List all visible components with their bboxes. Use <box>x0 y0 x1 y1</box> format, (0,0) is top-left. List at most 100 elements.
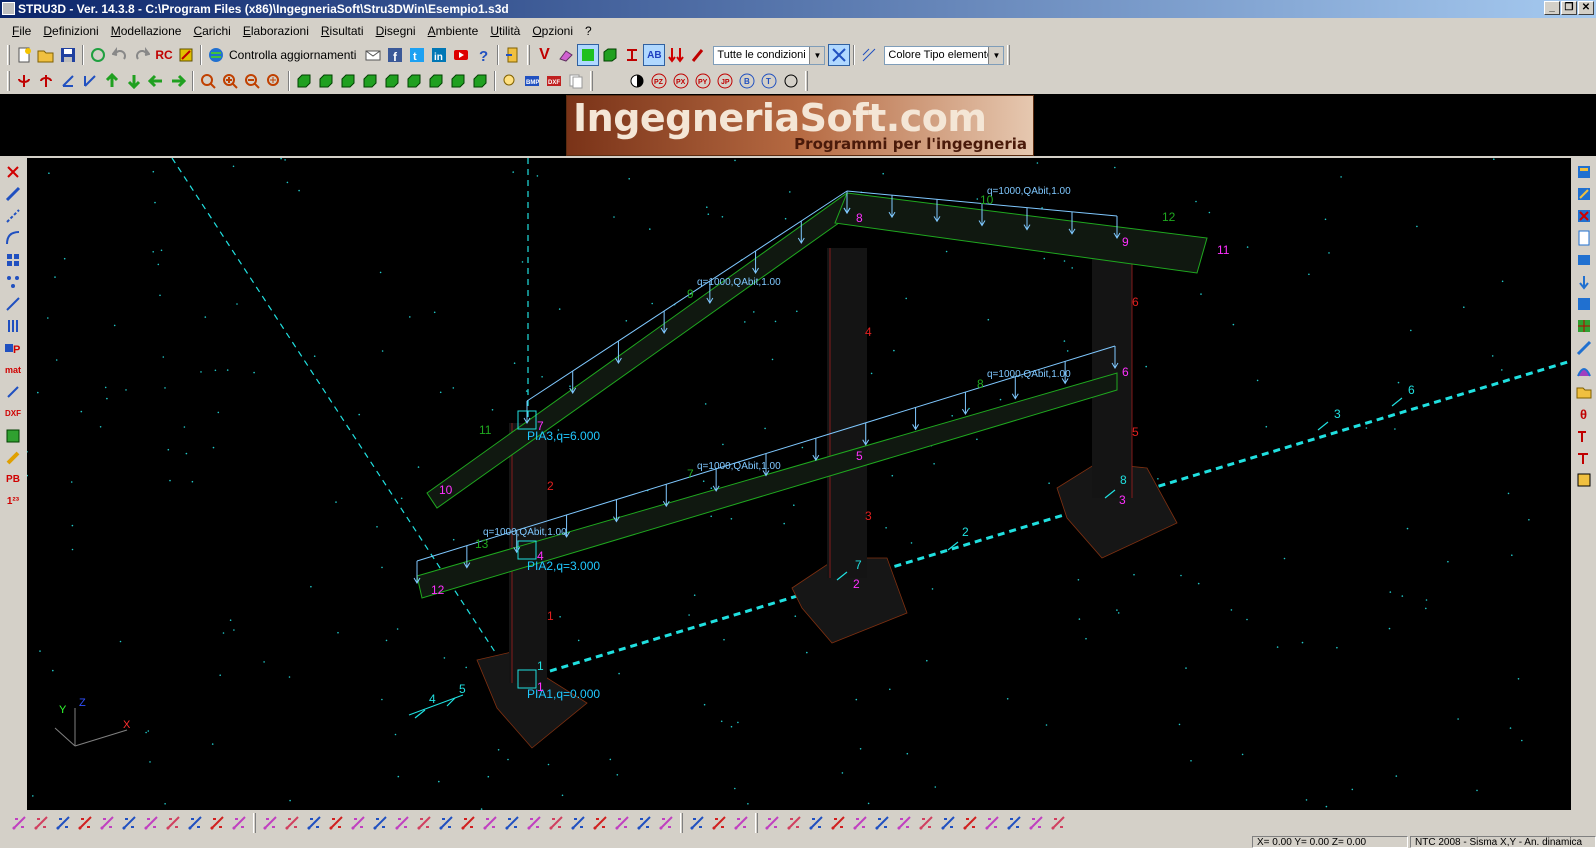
node-tool-icon[interactable] <box>761 812 783 834</box>
material-icon[interactable]: mat <box>2 359 24 380</box>
toolbar-grip[interactable] <box>590 71 593 91</box>
linkedin-icon[interactable]: in <box>428 44 450 66</box>
export-bmp-icon[interactable]: BMP <box>521 70 543 92</box>
view-3d-4-icon[interactable] <box>359 70 381 92</box>
plinth-icon[interactable]: P <box>2 337 24 358</box>
arrow-up-icon[interactable] <box>101 70 123 92</box>
zoom-out-icon[interactable] <box>241 70 263 92</box>
view-3d-2-icon[interactable] <box>315 70 337 92</box>
combine-icon[interactable] <box>828 44 851 66</box>
chevron-down-icon[interactable]: ▼ <box>809 46 825 64</box>
delete-icon[interactable] <box>708 812 730 834</box>
toolbar-grip[interactable] <box>755 813 758 833</box>
circle-icon[interactable] <box>780 70 802 92</box>
view-v-button[interactable]: V <box>533 44 555 66</box>
report-icon[interactable] <box>1573 227 1595 248</box>
redo-icon[interactable] <box>131 44 153 66</box>
rc-button[interactable]: RC <box>153 44 175 66</box>
globe-icon[interactable] <box>205 44 227 66</box>
toolbar-grip[interactable] <box>253 813 256 833</box>
menu-definizioni[interactable]: Definizioni <box>37 21 104 41</box>
grid-icon[interactable] <box>2 249 24 270</box>
help-icon[interactable]: ? <box>472 44 494 66</box>
load-icon[interactable] <box>1573 293 1595 314</box>
rotate-icon[interactable] <box>118 812 140 834</box>
copy-icon[interactable] <box>589 812 611 834</box>
drawing-canvas[interactable]: PIA3,q=6.000 PIA2,q=3.000 PIA1,q=0.000 q… <box>26 157 1572 810</box>
pz-icon[interactable]: PZ <box>648 70 670 92</box>
youtube-icon[interactable] <box>450 44 472 66</box>
preview-icon[interactable] <box>499 70 521 92</box>
facebook-icon[interactable]: f <box>384 44 406 66</box>
rotate-icon[interactable] <box>369 812 391 834</box>
twitter-icon[interactable]: t <box>406 44 428 66</box>
zoom-window-icon[interactable] <box>197 70 219 92</box>
theta-icon[interactable]: θ <box>1573 403 1595 424</box>
mirror-icon[interactable] <box>96 812 118 834</box>
py-icon[interactable]: PY <box>692 70 714 92</box>
menu-carichi[interactable]: Carichi <box>187 21 236 41</box>
save-icon[interactable] <box>57 44 79 66</box>
numbering-button[interactable]: 1²³ <box>2 491 24 512</box>
b-icon[interactable]: B <box>736 70 758 92</box>
axes-view-2-icon[interactable] <box>79 70 101 92</box>
diagram-icon[interactable] <box>1573 337 1595 358</box>
menu-ambiente[interactable]: Ambiente <box>422 21 485 41</box>
delete-node-icon[interactable] <box>1047 812 1069 834</box>
px-icon[interactable]: PX <box>670 70 692 92</box>
toolbar-grip[interactable] <box>7 71 10 91</box>
stress-icon[interactable] <box>1573 425 1595 446</box>
split-icon[interactable] <box>479 812 501 834</box>
dxf-import-button[interactable]: DXF <box>2 403 24 424</box>
split-icon[interactable] <box>981 812 1003 834</box>
copy-icon[interactable] <box>565 70 587 92</box>
folder-icon[interactable] <box>1573 381 1595 402</box>
eraser-icon[interactable] <box>555 44 577 66</box>
close-button[interactable]: ✕ <box>1578 1 1594 15</box>
view-3d-9-icon[interactable] <box>469 70 491 92</box>
arc-icon[interactable] <box>435 812 457 834</box>
new-file-icon[interactable] <box>13 44 35 66</box>
view-3d-3-icon[interactable] <box>337 70 359 92</box>
columns-icon[interactable] <box>2 315 24 336</box>
undo-icon[interactable] <box>109 44 131 66</box>
arrow-left-icon[interactable] <box>145 70 167 92</box>
menu-modellazione[interactable]: Modellazione <box>105 21 188 41</box>
refresh-icon[interactable] <box>87 44 109 66</box>
brush-icon[interactable] <box>687 44 709 66</box>
delete-node-icon[interactable] <box>545 812 567 834</box>
loads-arrows-icon[interactable] <box>665 44 687 66</box>
delete-icon[interactable] <box>959 812 981 834</box>
delete-node-icon[interactable] <box>281 812 303 834</box>
move-icon[interactable] <box>805 812 827 834</box>
section-icon[interactable] <box>621 44 643 66</box>
arrow-down-icon[interactable] <box>123 70 145 92</box>
export-icon[interactable] <box>1573 249 1595 270</box>
toolbar-grip[interactable] <box>7 45 10 65</box>
export-dxf-icon[interactable]: DXF <box>543 70 565 92</box>
rotate-left-icon[interactable] <box>13 70 35 92</box>
line-icon[interactable] <box>915 812 937 834</box>
jp-icon[interactable]: JP <box>714 70 736 92</box>
xyz-icon[interactable] <box>655 812 677 834</box>
ingegneriasoft-logo[interactable]: IngegneriaSoft.com Programmi per l'ingeg… <box>566 95 1034 156</box>
toolbar-grip[interactable] <box>680 813 683 833</box>
copy-icon[interactable] <box>325 812 347 834</box>
menu-help[interactable]: ? <box>579 21 598 41</box>
delete-element-icon[interactable] <box>2 161 24 182</box>
move-icon[interactable] <box>303 812 325 834</box>
exit-door-icon[interactable] <box>502 44 524 66</box>
conditions-select[interactable]: Tutte le condizioni ▼ <box>713 45 826 65</box>
split-icon[interactable] <box>730 812 752 834</box>
box-icon[interactable] <box>1573 469 1595 490</box>
delete-node-icon[interactable] <box>783 812 805 834</box>
line-icon[interactable] <box>162 812 184 834</box>
node-tool-icon[interactable] <box>259 812 281 834</box>
mirror-icon[interactable] <box>347 812 369 834</box>
mail-icon[interactable] <box>362 44 384 66</box>
frame-icon[interactable] <box>1573 315 1595 336</box>
delete-icon[interactable] <box>457 812 479 834</box>
chevron-down-icon[interactable]: ▼ <box>988 46 1004 64</box>
arc-icon[interactable] <box>937 812 959 834</box>
rotate-right-icon[interactable] <box>35 70 57 92</box>
